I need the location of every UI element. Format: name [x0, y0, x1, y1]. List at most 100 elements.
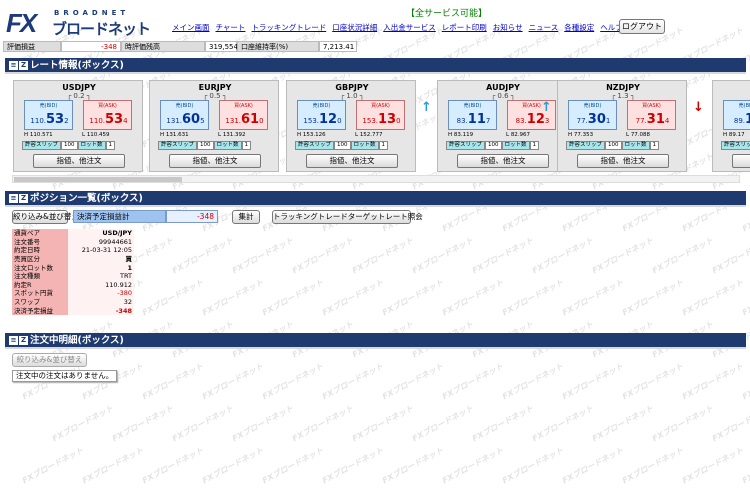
- sum-button[interactable]: 集計: [232, 210, 260, 224]
- margin-label: 口座維持率(%): [237, 41, 319, 52]
- no-orders-message: 注文中の注文はありません。: [12, 370, 118, 382]
- watermark-text: FXブロードネット: [80, 445, 145, 486]
- table-row[interactable]: 約定日時 21-03-31 12:05: [12, 246, 134, 255]
- ask-price-button[interactable]: 買(ASK) 110.534: [83, 100, 132, 130]
- table-row[interactable]: 注文ロット数 1: [12, 263, 134, 272]
- lot-input[interactable]: 1: [241, 141, 252, 150]
- table-row[interactable]: スポット円貨 -380: [12, 289, 134, 298]
- spread-number: 1.3: [617, 92, 629, 100]
- orders-section-title: 注文中明細(ボックス): [30, 335, 124, 346]
- nav-account-detail[interactable]: 口座状況詳細: [332, 22, 377, 36]
- table-row[interactable]: スワップ 32: [12, 297, 134, 307]
- menu-icon[interactable]: ≡: [9, 336, 18, 345]
- row-value: USD/JPY: [68, 229, 134, 238]
- watermark-text: FXブロードネット: [500, 361, 565, 402]
- slip-label: 許容スリップ: [446, 141, 486, 150]
- limit-order-button[interactable]: 指値、他注文: [33, 154, 125, 168]
- slip-lot-row: 許容スリップ100ロット数1: [446, 141, 560, 150]
- watermark-text: FXブロードネット: [620, 277, 685, 318]
- menu-icon[interactable]: ≡: [9, 194, 18, 203]
- bid-price-button[interactable]: 売(BID) 110.532: [24, 100, 73, 130]
- positions-filter-button[interactable]: 絞り込み&並び替え: [12, 210, 79, 224]
- lot-input[interactable]: 1: [378, 141, 389, 150]
- logout-button[interactable]: ログアウト: [619, 19, 665, 34]
- bid-price-button[interactable]: 売(BID) 131.605: [160, 100, 209, 130]
- watermark-text: FXブロードネット: [500, 445, 565, 486]
- watermark-text: FXブロードネット: [440, 361, 505, 402]
- bid-price-button[interactable]: 売(BID)89.16: [723, 100, 750, 130]
- watermark-text: FXブロードネット: [140, 445, 205, 486]
- bid-price: 83.117: [451, 110, 496, 127]
- balance-value: 319,554: [205, 41, 238, 52]
- nav-settings[interactable]: 各種設定: [564, 22, 594, 36]
- ask-price: 110.534: [86, 110, 131, 127]
- pair-name: C: [713, 83, 750, 92]
- ask-price-button[interactable]: 買(ASK) 131.610: [219, 100, 268, 130]
- watermark-text: FXブロードネット: [620, 445, 685, 486]
- watermark-text: FXブロードネット: [470, 235, 535, 276]
- watermark-text: FXブロードネット: [440, 277, 505, 318]
- watermark-text: FXブロードネット: [200, 277, 265, 318]
- table-row[interactable]: 売買区分買: [12, 254, 134, 264]
- pl-total-value: -348: [166, 210, 218, 223]
- ask-price-button[interactable]: 買(ASK) 153.130: [356, 100, 405, 130]
- orders-filter-button[interactable]: 絞り込み&並び替え: [12, 353, 87, 367]
- limit-order-button[interactable]: 指値、他注文: [306, 154, 398, 168]
- z-icon[interactable]: Z: [19, 194, 28, 203]
- table-row[interactable]: 決済予定損益 -348: [12, 306, 134, 315]
- nav-news[interactable]: ニュース: [529, 22, 559, 36]
- limit-order-button[interactable]: 指値、他注文: [457, 154, 549, 168]
- watermark-text: FXブロードネット: [710, 403, 750, 444]
- row-key: スワップ: [12, 297, 68, 307]
- slip-input[interactable]: 100: [61, 141, 78, 150]
- row-key: 決済予定損益: [12, 306, 68, 315]
- rate-card-c: C┌ ┐売(BID)89.16買(ASK)H 89.17許容スリップ100ロット…: [712, 80, 750, 172]
- arrow-up-icon: ↑: [541, 100, 552, 115]
- account-summary: 評価損益 -348 時評価残高 319,554 口座維持率(%) 7,213.4…: [3, 41, 357, 52]
- slip-input[interactable]: 100: [334, 141, 351, 150]
- logo-name: ブロードネット: [52, 20, 151, 38]
- spread-value: ┌ ┐: [713, 92, 750, 100]
- scrollbar-thumb[interactable]: [14, 177, 182, 182]
- low-value: L 77.088: [626, 132, 651, 138]
- nav-chart[interactable]: チャート: [216, 22, 246, 36]
- nav-main[interactable]: メイン画面: [172, 22, 210, 36]
- bid-price-button[interactable]: 売(BID) 77.301: [568, 100, 617, 130]
- slip-input[interactable]: 100: [605, 141, 622, 150]
- tracking-target-button[interactable]: トラッキングトレードターゲットレート照会: [272, 210, 423, 224]
- watermark-text: FXブロードネット: [740, 445, 750, 486]
- low-value: L 82.967: [506, 132, 531, 138]
- ask-price-button[interactable]: 買(ASK) 77.314: [627, 100, 676, 130]
- table-row[interactable]: 注文種類 TRT: [12, 271, 134, 281]
- rates-scrollbar[interactable]: [12, 175, 740, 183]
- table-row[interactable]: 約定R 110.912: [12, 280, 134, 290]
- lot-input[interactable]: 1: [649, 141, 660, 150]
- watermark-text: FXブロードネット: [530, 403, 595, 444]
- nav-tracking-trade[interactable]: トラッキングトレード: [251, 22, 326, 36]
- nav-notice[interactable]: お知らせ: [493, 22, 523, 36]
- slip-input[interactable]: 100: [197, 141, 214, 150]
- watermark-text: FXブロードネット: [680, 277, 745, 318]
- table-row[interactable]: 注文番号 99944661: [12, 237, 134, 247]
- bid-price-button[interactable]: 売(BID) 83.117: [448, 100, 497, 130]
- watermark-text: FXブロードネット: [140, 277, 205, 318]
- z-icon[interactable]: Z: [19, 61, 28, 70]
- ask-small: 110.: [89, 117, 106, 125]
- nav-report[interactable]: レポート印刷: [442, 22, 487, 36]
- menu-icon[interactable]: ≡: [9, 61, 18, 70]
- limit-order-button[interactable]: 指値、他注文: [732, 154, 750, 168]
- nav-deposit[interactable]: 入出金サービス: [383, 22, 436, 36]
- limit-order-button[interactable]: 指値、他注文: [577, 154, 669, 168]
- watermark-text: FXブロードネット: [380, 445, 445, 486]
- slip-input[interactable]: 100: [485, 141, 502, 150]
- bid-price-button[interactable]: 売(BID) 153.120: [297, 100, 346, 130]
- lot-input[interactable]: 1: [529, 141, 540, 150]
- z-icon[interactable]: Z: [19, 336, 28, 345]
- bid-pip: 7: [485, 117, 491, 125]
- lot-label: ロット数: [213, 141, 242, 150]
- slip-label: 許容スリップ: [295, 141, 335, 150]
- limit-order-button[interactable]: 指値、他注文: [169, 154, 261, 168]
- lot-input[interactable]: 1: [105, 141, 116, 150]
- lot-label: ロット数: [621, 141, 650, 150]
- table-row[interactable]: 通貨ペア USD/JPY: [12, 229, 134, 238]
